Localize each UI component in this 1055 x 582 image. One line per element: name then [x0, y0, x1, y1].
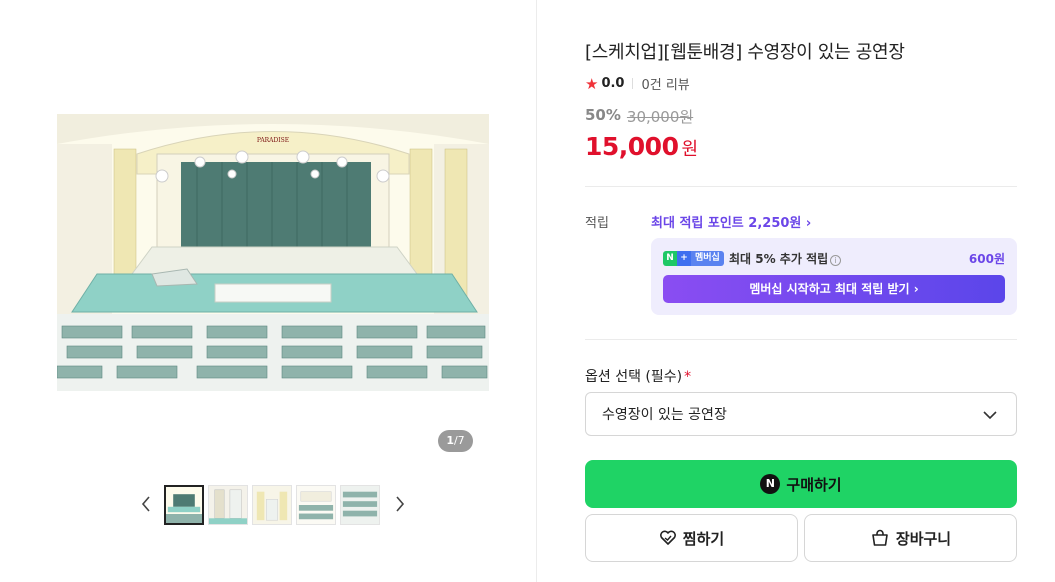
required-mark: * — [684, 369, 692, 385]
wishlist-label: 찜하기 — [682, 529, 725, 548]
cart-button[interactable]: 장바구니 — [804, 514, 1017, 562]
counter-total: /7 — [453, 434, 465, 447]
naver-pay-icon: N — [760, 474, 781, 494]
option-select[interactable]: 수영장이 있는 공연장 — [585, 392, 1017, 436]
heart-icon — [659, 530, 676, 545]
rating-divider — [632, 78, 634, 89]
thumbnail-strip — [164, 485, 380, 525]
option-label: 옵션 선택 (필수) — [585, 369, 683, 385]
discount-rate: 50% — [585, 106, 621, 124]
divider-1 — [585, 186, 1017, 187]
thumbnail-4[interactable] — [296, 485, 336, 525]
star-icon: ★ — [585, 74, 599, 93]
option-selected-value: 수영장이 있는 공연장 — [602, 407, 727, 423]
product-title: [스케치업][웹툰배경] 수영장이 있는 공연장 — [585, 42, 905, 63]
membership-box: N + 멤버십 최대 5% 추가 적립 i 600원 멤버십 시작하고 최대 적립… — [651, 238, 1017, 315]
buy-button[interactable]: N 구매하기 — [585, 460, 1017, 508]
price-row: 15,000 원 — [585, 132, 698, 161]
original-price: 30,000원 — [626, 108, 694, 126]
chevron-left-icon — [141, 496, 150, 512]
info-icon[interactable]: i — [830, 255, 842, 266]
membership-start-button[interactable]: 멤버십 시작하고 최대 적립 받기 › — [663, 275, 1005, 303]
chevron-right-icon — [396, 496, 405, 512]
points-label: 적립 — [585, 216, 609, 231]
prev-arrow-button[interactable] — [136, 491, 156, 517]
plus-icon: + — [677, 251, 691, 266]
rating-row: ★ 0.0 0건 리뷰 — [585, 74, 690, 94]
shopping-bag-icon — [872, 529, 888, 546]
wishlist-button[interactable]: 찜하기 — [585, 514, 798, 562]
divider-2 — [585, 339, 1017, 340]
thumbnail-3[interactable] — [252, 485, 292, 525]
thumbnail-5[interactable] — [340, 485, 380, 525]
thumbnail-2[interactable] — [208, 485, 248, 525]
membership-badge-text: 멤버십 — [691, 251, 724, 266]
max-points-link[interactable]: 최대 적립 포인트 2,250원 › — [651, 212, 811, 231]
image-counter: 1/7 — [438, 430, 473, 452]
membership-amount: 600원 — [968, 252, 1005, 266]
thumbnail-1[interactable] — [164, 485, 204, 525]
cart-label: 장바구니 — [895, 529, 952, 548]
chevron-down-icon — [983, 411, 997, 420]
product-page: PARADISE 1/7 [스케치업][웹툰배경] 수영장이 있는 공연장 ★ … — [0, 0, 1055, 582]
rating-score: 0.0 — [601, 76, 625, 91]
review-count-link[interactable]: 0건 리뷰 — [641, 74, 689, 93]
product-gallery: PARADISE 1/7 — [0, 0, 537, 582]
theater-illustration: PARADISE — [57, 114, 489, 391]
next-arrow-button[interactable] — [390, 491, 410, 517]
membership-text: 최대 5% 추가 적립 — [729, 252, 829, 266]
buy-button-label: 구매하기 — [786, 475, 842, 494]
membership-badge: N + 멤버십 — [663, 251, 724, 266]
counter-current: 1 — [446, 434, 454, 447]
discount-row: 50% 30,000원 — [585, 106, 693, 127]
paradise-sign: PARADISE — [257, 137, 289, 144]
option-label-row: 옵션 선택 (필수) * — [585, 366, 691, 386]
membership-text-row: 최대 5% 추가 적립 i — [729, 250, 842, 267]
sale-price: 15,000 — [585, 132, 679, 161]
price-currency: 원 — [681, 139, 699, 160]
main-product-image[interactable]: PARADISE — [57, 114, 489, 391]
naver-n-icon: N — [663, 251, 677, 266]
